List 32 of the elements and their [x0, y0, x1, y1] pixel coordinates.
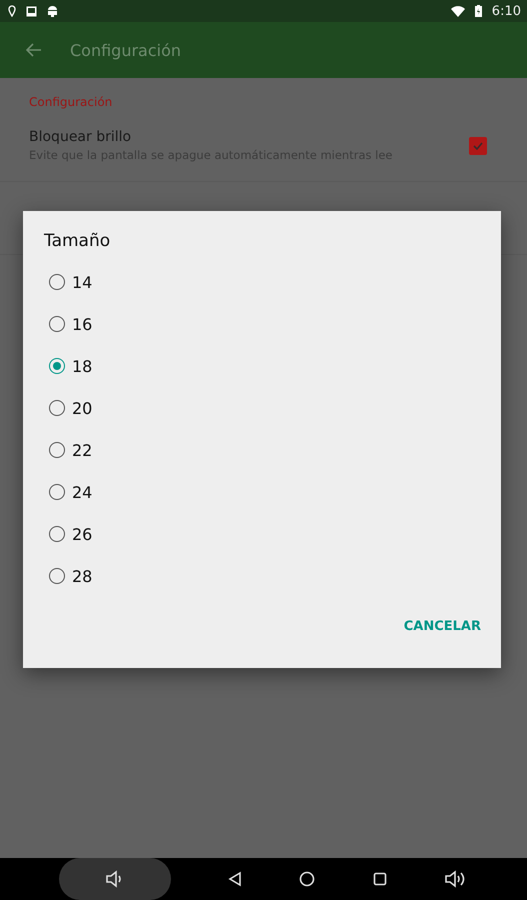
recents-icon[interactable]: [372, 872, 387, 886]
option-label[interactable]: 28: [72, 566, 92, 586]
setting-title: Bloquear brillo: [29, 129, 132, 145]
option-label[interactable]: 24: [72, 482, 92, 502]
app-bar-title: Configuración: [70, 40, 182, 60]
radio-button[interactable]: [49, 442, 65, 458]
section-header: Configuración: [29, 95, 114, 109]
radio-button[interactable]: [49, 484, 65, 500]
dialog-title: Tamaño: [44, 231, 110, 251]
radio-button[interactable]: [49, 358, 65, 374]
option-label[interactable]: 14: [72, 272, 92, 292]
radio-button[interactable]: [49, 316, 65, 332]
radio-button[interactable]: [49, 526, 65, 542]
monitor-icon: [26, 6, 37, 16]
wifi-icon: [450, 6, 465, 16]
option-label[interactable]: 16: [72, 314, 92, 334]
back-arrow-icon[interactable]: [26, 43, 42, 57]
radio-button[interactable]: [49, 274, 65, 290]
radio-button[interactable]: [49, 568, 65, 584]
home-icon[interactable]: [299, 871, 316, 887]
option-label[interactable]: 22: [72, 440, 92, 460]
status-time: 6:10: [492, 4, 521, 18]
back-icon[interactable]: [228, 871, 242, 887]
location-icon: [8, 5, 16, 17]
option-label[interactable]: 26: [72, 524, 92, 544]
battery-icon: [474, 5, 482, 17]
option-label[interactable]: 20: [72, 398, 92, 418]
check-icon: [473, 142, 483, 150]
android-icon: [47, 5, 58, 17]
option-label[interactable]: 18: [72, 356, 92, 376]
radio-button[interactable]: [49, 400, 65, 416]
checkbox[interactable]: [469, 136, 487, 154]
